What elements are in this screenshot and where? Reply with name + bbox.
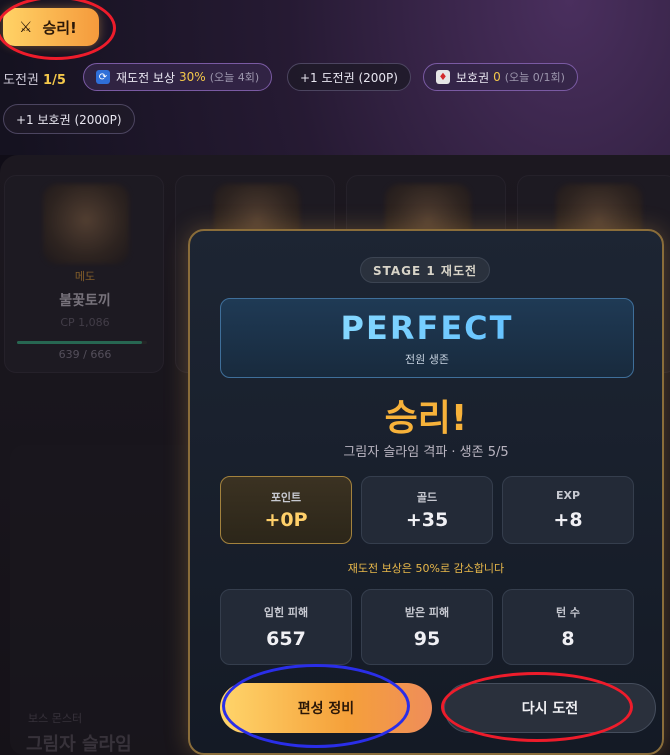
protect-chip: ♦ 보호권 0 (오늘 0/1회) bbox=[423, 63, 578, 91]
reward-notice: 재도전 보상은 50%로 감소합니다 bbox=[347, 562, 505, 575]
ticket-count: 도전권 1/5 bbox=[3, 73, 66, 88]
stat-damage-dealt: 입힌 피해 657 bbox=[220, 589, 352, 665]
result-subtitle: 그림자 슬라임 격파 · 생존 5/5 bbox=[343, 445, 509, 460]
result-title: 승리! bbox=[384, 398, 468, 439]
stat-damage-taken: 받은 피해 95 bbox=[361, 589, 493, 665]
crossed-swords-icon: ⚔ bbox=[19, 18, 33, 36]
victory-badge[interactable]: ⚔ 승리! bbox=[3, 8, 99, 46]
stat-turns: 턴 수 8 bbox=[502, 589, 634, 665]
buy-ticket-button[interactable]: +1 도전권 (200P) bbox=[287, 63, 411, 91]
result-modal: STAGE 1 재도전 PERFECT 전원 생존 승리! 그림자 슬라임 격파… bbox=[188, 229, 664, 755]
retry-reward-chip: ⟳ 재도전 보상 30% (오늘 4회) bbox=[83, 63, 273, 91]
reward-gold: 골드 +35 bbox=[361, 476, 493, 544]
reward-points: 포인트 +0P bbox=[220, 476, 352, 544]
buy-protect-button[interactable]: +1 보호권 (2000P) bbox=[3, 104, 135, 134]
stage-badge: STAGE 1 재도전 bbox=[360, 257, 491, 283]
retry-button[interactable]: 다시 도전 bbox=[444, 683, 656, 733]
shield-icon: ♦ bbox=[436, 70, 450, 84]
victory-label: 승리! bbox=[42, 18, 77, 37]
perfect-banner: PERFECT 전원 생존 bbox=[220, 298, 634, 378]
refresh-icon: ⟳ bbox=[96, 70, 110, 84]
perfect-subtitle: 전원 생존 bbox=[405, 353, 449, 366]
reward-exp: EXP +8 bbox=[502, 476, 634, 544]
perfect-title: PERFECT bbox=[221, 309, 633, 347]
formation-button[interactable]: 편성 정비 bbox=[220, 683, 432, 733]
